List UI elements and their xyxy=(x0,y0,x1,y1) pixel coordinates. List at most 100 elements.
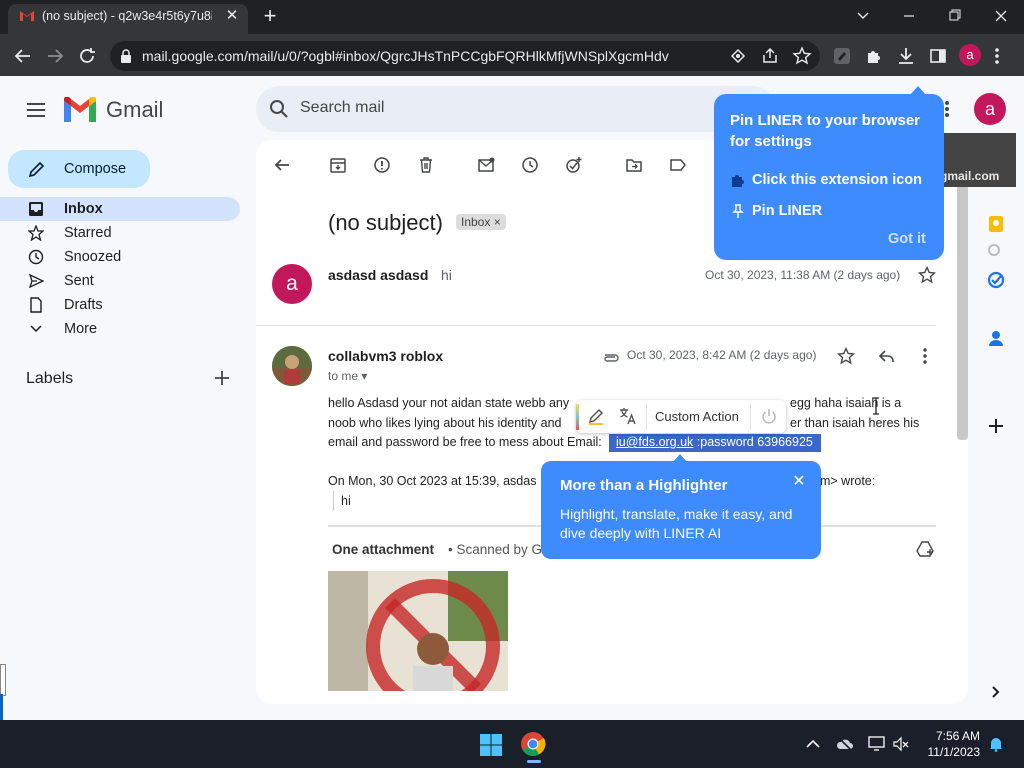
reload-icon[interactable] xyxy=(76,45,98,67)
puzzle-icon[interactable] xyxy=(863,45,885,67)
url-text[interactable]: mail.google.com/mail/u/0/?ogbl#inbox/Qgr… xyxy=(142,48,669,64)
tooltip-close-icon[interactable]: ✕ xyxy=(791,474,807,490)
download-icon[interactable] xyxy=(895,45,917,67)
message-date: Oct 30, 2023, 11:38 AM (2 days ago) xyxy=(705,268,901,282)
color-stripe xyxy=(576,404,579,430)
expand-side-panel-chevron-icon[interactable] xyxy=(986,682,1006,702)
display-icon[interactable] xyxy=(868,736,886,752)
lock-icon[interactable] xyxy=(120,49,132,63)
gmail-logo-icon[interactable] xyxy=(64,97,96,122)
attachment-title: One attachment xyxy=(332,542,435,557)
active-app-indicator xyxy=(527,760,541,763)
add-to-tasks-icon[interactable] xyxy=(565,156,583,174)
edge-window-fragment xyxy=(0,694,3,720)
share-icon[interactable] xyxy=(759,45,781,67)
pin-step-1: Click this extension icon xyxy=(752,172,923,188)
sidepanel-icon[interactable] xyxy=(927,45,949,67)
more-options-kebab-icon[interactable] xyxy=(920,347,930,365)
inbox-label-chip[interactable]: Inbox × xyxy=(456,214,506,230)
quote-header-end: m> wrote: xyxy=(820,474,876,488)
tab-search-chevron-icon[interactable] xyxy=(850,4,876,28)
delete-trash-icon[interactable] xyxy=(417,156,435,174)
clock-time[interactable]: 7:56 AM xyxy=(934,729,980,743)
custom-action-button[interactable]: Custom Action xyxy=(655,409,739,424)
sidebar-item-label[interactable]: Inbox xyxy=(64,201,103,217)
sidebar-item-label[interactable]: Sent xyxy=(64,273,94,289)
label-tag-icon[interactable] xyxy=(669,156,687,174)
pencil-icon xyxy=(28,160,46,178)
main-menu-icon[interactable] xyxy=(24,98,48,122)
pin-step-2: Pin LINER xyxy=(752,203,823,219)
sidebar-item-label[interactable]: Drafts xyxy=(64,297,103,313)
clock-icon xyxy=(28,249,44,265)
scrollbar-thumb[interactable] xyxy=(957,185,968,440)
liner-extension-icon[interactable] xyxy=(831,45,853,67)
email-body-line: hello Asdasd your not aidan state webb a… xyxy=(328,396,570,410)
volume-muted-icon[interactable] xyxy=(892,736,910,752)
tasks-icon[interactable] xyxy=(986,270,1006,290)
sender-avatar[interactable] xyxy=(272,346,312,386)
archive-icon[interactable] xyxy=(329,156,347,174)
tooltip-title: More than a Highlighter xyxy=(560,477,728,494)
got-it-button[interactable]: Got it xyxy=(888,231,926,247)
keep-icon[interactable] xyxy=(986,214,1006,234)
quoted-text: hi xyxy=(341,494,351,508)
notification-bell-icon[interactable] xyxy=(988,736,1004,752)
back-icon[interactable] xyxy=(12,45,34,67)
bookmark-star-icon[interactable] xyxy=(791,45,813,67)
paperclip-icon xyxy=(602,348,620,362)
chrome-taskbar-icon[interactable] xyxy=(520,731,546,757)
compose-label: Compose xyxy=(64,161,127,177)
tab-title: (no subject) - q2w3e4r5t6y7u8i9 xyxy=(42,9,212,23)
search-icon[interactable] xyxy=(268,98,290,120)
email-link[interactable]: iu@fds.org.uk xyxy=(616,435,693,449)
clock-date[interactable]: 11/1/2023 xyxy=(922,745,981,759)
restore-icon[interactable] xyxy=(942,4,968,28)
power-icon[interactable] xyxy=(760,407,778,425)
reply-icon[interactable] xyxy=(877,347,895,365)
message-snippet[interactable]: hi xyxy=(441,267,452,283)
contacts-icon[interactable] xyxy=(986,328,1006,348)
eye-icon[interactable] xyxy=(727,45,749,67)
sender-name[interactable]: collabvm3 roblox xyxy=(328,348,443,364)
mark-unread-icon[interactable] xyxy=(477,156,495,174)
back-to-inbox-icon[interactable] xyxy=(273,156,291,174)
window-close-icon[interactable] xyxy=(988,4,1014,28)
attachment-thumbnail[interactable] xyxy=(328,571,508,691)
star-icon[interactable] xyxy=(918,266,936,284)
inbox-icon xyxy=(28,201,44,217)
toolbar-separator xyxy=(750,404,751,430)
snooze-clock-icon[interactable] xyxy=(521,156,539,174)
tasks-small-icon[interactable] xyxy=(986,240,1006,260)
recipients-toggle[interactable]: to me ▾ xyxy=(328,369,367,383)
email-body-line: noob who likes lying about his identity … xyxy=(328,416,562,430)
minimize-icon[interactable] xyxy=(896,4,922,28)
report-spam-icon[interactable] xyxy=(373,156,391,174)
get-addons-plus-icon[interactable] xyxy=(986,416,1006,436)
sidebar-item-label[interactable]: Starred xyxy=(64,225,112,241)
move-to-folder-icon[interactable] xyxy=(625,156,643,174)
new-tab-icon[interactable]: + xyxy=(260,5,280,27)
sender-avatar[interactable]: a xyxy=(272,264,312,304)
selected-credentials-text[interactable]: iu@fds.org.uk :password 63966925 xyxy=(616,435,813,449)
cloud-offline-icon[interactable] xyxy=(836,736,854,752)
quote-header: On Mon, 30 Oct 2023 at 15:39, asdas xyxy=(328,474,537,488)
email-body-line: er than isaiah heres his xyxy=(790,416,920,430)
search-placeholder[interactable]: Search mail xyxy=(300,99,384,117)
account-avatar[interactable]: a xyxy=(974,93,1006,125)
chrome-menu-kebab-icon[interactable] xyxy=(992,45,1002,67)
add-label-plus-icon[interactable] xyxy=(212,368,232,388)
windows-start-icon[interactable] xyxy=(479,733,503,757)
tab-close-icon[interactable]: ✕ xyxy=(224,8,240,24)
sender-name[interactable]: asdasd asdasd xyxy=(328,267,428,283)
star-icon[interactable] xyxy=(837,347,855,365)
forward-icon[interactable] xyxy=(44,45,66,67)
sidebar-item-label[interactable]: Snoozed xyxy=(64,249,121,265)
gmail-wordmark: Gmail xyxy=(106,97,164,122)
highlighter-pen-icon[interactable] xyxy=(586,406,606,426)
translate-icon[interactable] xyxy=(618,406,638,426)
sidebar-item-label[interactable]: More xyxy=(64,321,97,337)
chrome-profile-avatar[interactable]: a xyxy=(959,44,981,66)
add-to-drive-icon[interactable] xyxy=(916,540,936,558)
tray-chevron-up-icon[interactable] xyxy=(804,736,822,752)
